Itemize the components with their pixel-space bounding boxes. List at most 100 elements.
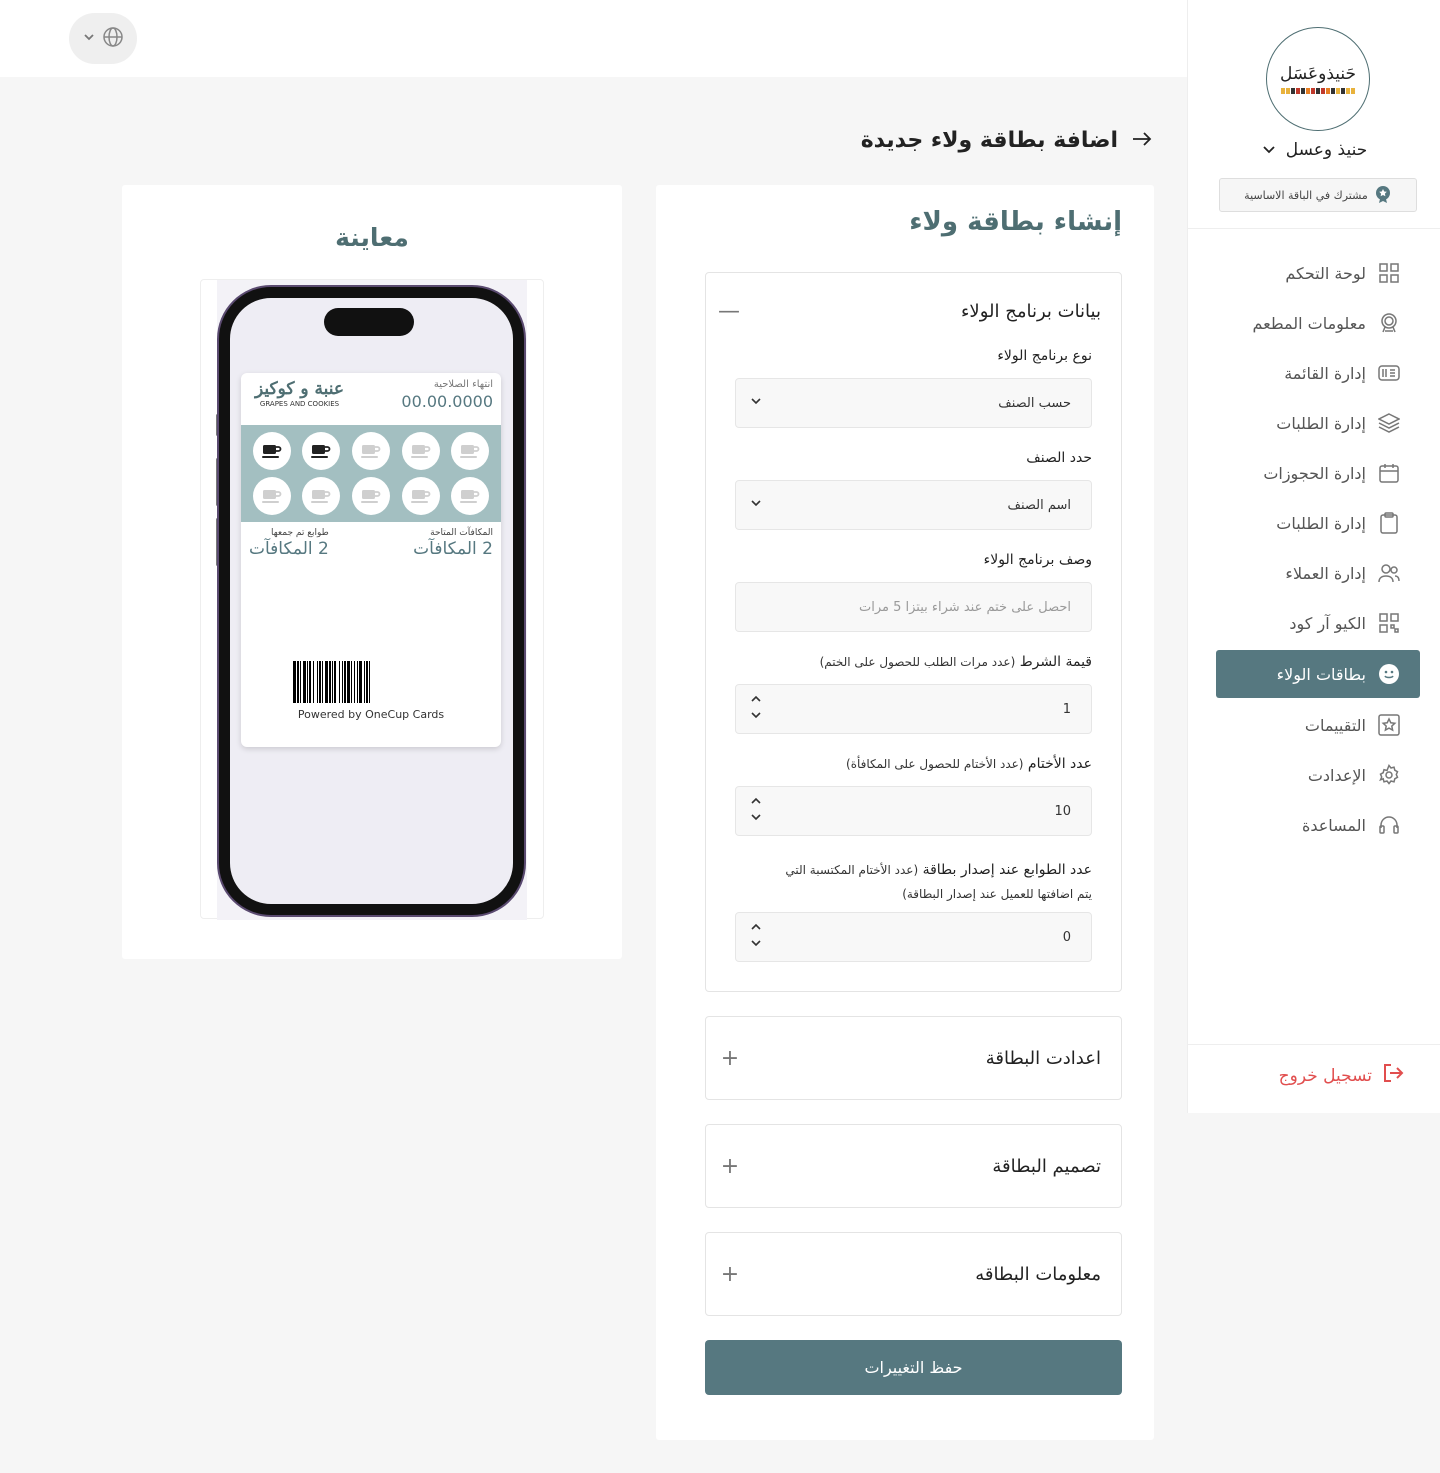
- coffee-cup-icon: [311, 489, 331, 503]
- section-header[interactable]: تصميم البطاقة +: [706, 1125, 1121, 1207]
- input-placeholder: احصل على ختم عند شراء بيتزا 5 مرات: [858, 599, 1071, 615]
- sidebar-item-restaurant-info[interactable]: معلومات المطعم: [1216, 298, 1420, 348]
- field-label: وصف برنامج الولاء: [983, 552, 1092, 568]
- stamp-empty: [252, 476, 291, 515]
- stamps-grid: [241, 425, 501, 522]
- coffee-cup-icon: [261, 445, 282, 459]
- stepper-icon[interactable]: [750, 922, 762, 952]
- card-design-section[interactable]: تصميم البطاقة +: [705, 1124, 1122, 1208]
- card-info-section[interactable]: معلومات البطاقه +: [705, 1232, 1122, 1316]
- pass-expiry: انتهاء الصلاحية 00.00.0000: [401, 379, 493, 411]
- chevron-down-icon: [82, 29, 96, 48]
- sidebar-item-reviews[interactable]: التقييمات: [1216, 700, 1420, 750]
- sidebar-item-label: بطاقات الولاء: [1276, 664, 1366, 684]
- stepper-icon[interactable]: [750, 796, 762, 826]
- logout-button[interactable]: تسجيل خروج: [1279, 1062, 1404, 1089]
- pass-brand-en: GRAPES AND COOKIES: [259, 400, 340, 408]
- sidebar-item-orders-2[interactable]: إدارة الطلبات: [1216, 498, 1420, 548]
- coffee-cup-icon: [360, 445, 381, 459]
- input-value: 0: [1062, 929, 1071, 945]
- collapse-icon[interactable]: —: [718, 299, 740, 324]
- pass-brand: عنبة و كوكيز GRAPES AND COOKIES: [255, 379, 344, 408]
- brand-selector[interactable]: حنيذ وعسل: [1188, 140, 1440, 160]
- description-input[interactable]: احصل على ختم عند شراء بيتزا 5 مرات: [735, 582, 1092, 632]
- sidebar-item-loyalty-cards[interactable]: بطاقات الولاء: [1216, 650, 1420, 698]
- save-button[interactable]: حفظ التغييرات: [705, 1340, 1122, 1395]
- stepper-icon[interactable]: [750, 694, 762, 724]
- brand-logo: حَنيذوعَسَل: [1266, 27, 1370, 131]
- sidebar-item-label: إدارة الحجوزات: [1263, 463, 1366, 483]
- logo-stripe: [1281, 88, 1355, 94]
- coffee-cup-icon: [360, 489, 381, 503]
- label-main: قيمة الشرط: [1019, 654, 1092, 670]
- stamps-count-stepper[interactable]: 10: [735, 786, 1092, 836]
- headset-icon: [1378, 814, 1400, 836]
- card-settings-section[interactable]: اعدادت البطاقة +: [705, 1016, 1122, 1100]
- brand-name: حنيذ وعسل: [1285, 140, 1368, 160]
- sidebar-item-settings[interactable]: الإعدادت: [1216, 750, 1420, 800]
- input-value: 10: [1054, 803, 1071, 819]
- language-switcher[interactable]: [69, 13, 137, 64]
- restaurant-icon: [1378, 312, 1400, 334]
- chevron-down-icon: [1262, 141, 1276, 160]
- expand-icon[interactable]: +: [720, 1046, 740, 1071]
- section-title: تصميم البطاقة: [992, 1155, 1101, 1177]
- expand-icon[interactable]: +: [720, 1262, 740, 1287]
- phone-notch: [324, 308, 414, 336]
- preview-card: معاينة عنبة و كوكيز GRAPES AND COOKIES ا…: [122, 185, 622, 959]
- section-header[interactable]: اعدادت البطاقة +: [706, 1017, 1121, 1099]
- back-arrow-icon[interactable]: [1132, 131, 1152, 151]
- logout-label: تسجيل خروج: [1278, 1065, 1372, 1086]
- sidebar-item-customers[interactable]: إدارة العملاء: [1216, 548, 1420, 598]
- calendar-icon: [1378, 462, 1400, 484]
- sidebar-item-menu[interactable]: إدارة القائمة: [1216, 348, 1420, 398]
- sidebar-item-orders[interactable]: إدارة الطلبات: [1216, 398, 1420, 448]
- loyalty-form-card: إنشاء بطاقة ولاء بيانات برنامج الولاء — …: [656, 185, 1154, 1440]
- sidebar-item-label: إدارة الطلبات: [1276, 513, 1366, 533]
- sidebar-item-help[interactable]: المساعدة: [1216, 800, 1420, 850]
- plan-text: مشترك في الباقة الاساسية: [1244, 188, 1368, 202]
- gear-icon: [1378, 764, 1400, 786]
- logout-icon: [1382, 1062, 1404, 1089]
- qr-icon: [1378, 612, 1400, 634]
- rewards-value: 2 المكافآت: [413, 539, 493, 559]
- select-value: اسم الصنف: [1007, 497, 1071, 513]
- pass-barcode: [293, 661, 448, 703]
- input-value: 1: [1062, 701, 1071, 717]
- section-header[interactable]: بيانات برنامج الولاء —: [706, 273, 1121, 349]
- sidebar-item-label: معلومات المطعم: [1252, 313, 1366, 333]
- stamp-filled: [252, 432, 291, 471]
- menu-icon: [1378, 362, 1400, 384]
- field-label: نوع برنامج الولاء: [997, 348, 1092, 364]
- section-header[interactable]: معلومات البطاقه +: [706, 1233, 1121, 1315]
- powered-by: Powered by OneCup Cards: [297, 708, 445, 721]
- top-bar: [0, 0, 1187, 77]
- sidebar-item-label: الكيو آر كود: [1289, 613, 1366, 633]
- logo-text: حَنيذوعَسَل: [1279, 64, 1357, 84]
- phone-mockup: عنبة و كوكيز GRAPES AND COOKIES انتهاء ا…: [219, 287, 524, 915]
- item-select[interactable]: اسم الصنف: [735, 480, 1092, 530]
- sidebar-item-reservations[interactable]: إدارة الحجوزات: [1216, 448, 1420, 498]
- field-label: عدد الأختام (عدد الأختام للحصول على المك…: [846, 756, 1092, 772]
- stamp-empty: [401, 432, 440, 471]
- initial-stamps-stepper[interactable]: 0: [735, 912, 1092, 962]
- section-title: معلومات البطاقه: [975, 1263, 1101, 1285]
- stamp-empty: [351, 476, 390, 515]
- condition-value-stepper[interactable]: 1: [735, 684, 1092, 734]
- program-type-select[interactable]: حسب الصنف: [735, 378, 1092, 428]
- expand-icon[interactable]: +: [720, 1154, 740, 1179]
- pass-collected: طوابع تم جمعها 2 المكافآت: [249, 528, 329, 559]
- star-icon: [1378, 714, 1400, 736]
- stamp-filled: [302, 432, 341, 471]
- stamp-empty: [451, 432, 490, 471]
- coffee-cup-icon: [460, 489, 480, 503]
- sidebar-item-label: الإعدادت: [1307, 765, 1366, 785]
- sidebar-item-qr-code[interactable]: الكيو آر كود: [1216, 598, 1420, 648]
- sidebar-item-dashboard[interactable]: لوحة التحكم: [1216, 248, 1420, 298]
- loyalty-pass: عنبة و كوكيز GRAPES AND COOKIES انتهاء ا…: [241, 373, 501, 747]
- label-note: (عدد الأختام المكتسبة التي: [785, 863, 919, 877]
- rewards-label: المكافآت المتاحة: [430, 528, 493, 538]
- layers-icon: [1378, 412, 1400, 434]
- select-value: حسب الصنف: [998, 395, 1071, 411]
- collected-value: 2 المكافآت: [249, 539, 329, 559]
